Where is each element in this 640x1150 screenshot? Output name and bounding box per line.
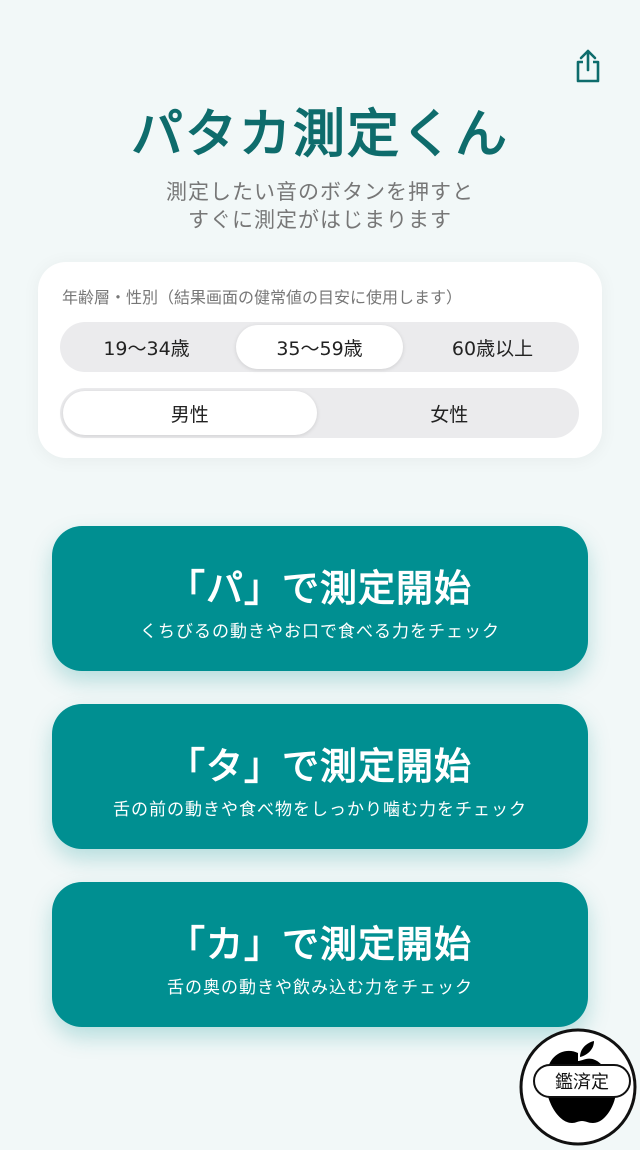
- measure-ka-button[interactable]: 「カ」で測定開始 舌の奥の動きや飲み込む力をチェック: [52, 882, 588, 1027]
- share-icon: [576, 49, 600, 83]
- age-option-60-plus[interactable]: 60歳以上: [409, 325, 576, 369]
- subtitle-line-1: 測定したい音のボタンを押すと: [166, 180, 474, 204]
- subtitle-line-2: すぐに測定がはじまります: [188, 208, 452, 232]
- share-button[interactable]: [566, 44, 610, 88]
- measure-pa-button[interactable]: 「パ」で測定開始 くちびるの動きやお口で食べる力をチェック: [52, 526, 588, 671]
- sex-option-female[interactable]: 女性: [323, 391, 577, 435]
- measure-ta-button[interactable]: 「タ」で測定開始 舌の前の動きや食べ物をしっかり噛む力をチェック: [52, 704, 588, 849]
- watermark-stamp: 鑑済定: [519, 1028, 637, 1146]
- sex-option-male[interactable]: 男性: [63, 391, 317, 435]
- sex-segmented-control: 男性 女性: [60, 388, 579, 438]
- settings-card: 年齢層・性別（結果画面の健常値の目安に使用します） 19〜34歳 35〜59歳 …: [38, 262, 602, 458]
- age-option-19-34[interactable]: 19〜34歳: [63, 325, 230, 369]
- measure-ka-subtitle: 舌の奥の動きや飲み込む力をチェック: [167, 978, 473, 998]
- measure-pa-title: 「パ」で測定開始: [168, 567, 472, 610]
- age-segmented-control: 19〜34歳 35〜59歳 60歳以上: [60, 322, 579, 372]
- measure-ta-subtitle: 舌の前の動きや食べ物をしっかり噛む力をチェック: [113, 800, 527, 820]
- age-option-35-59[interactable]: 35〜59歳: [236, 325, 403, 369]
- measure-ka-title: 「カ」で測定開始: [168, 923, 472, 966]
- settings-label: 年齢層・性別（結果画面の健常値の目安に使用します）: [62, 288, 463, 307]
- app-title: パタカ測定くん: [130, 105, 509, 165]
- measure-pa-subtitle: くちびるの動きやお口で食べる力をチェック: [140, 622, 500, 642]
- watermark-text: 鑑済定: [555, 1072, 609, 1093]
- measure-ta-title: 「タ」で測定開始: [168, 745, 472, 788]
